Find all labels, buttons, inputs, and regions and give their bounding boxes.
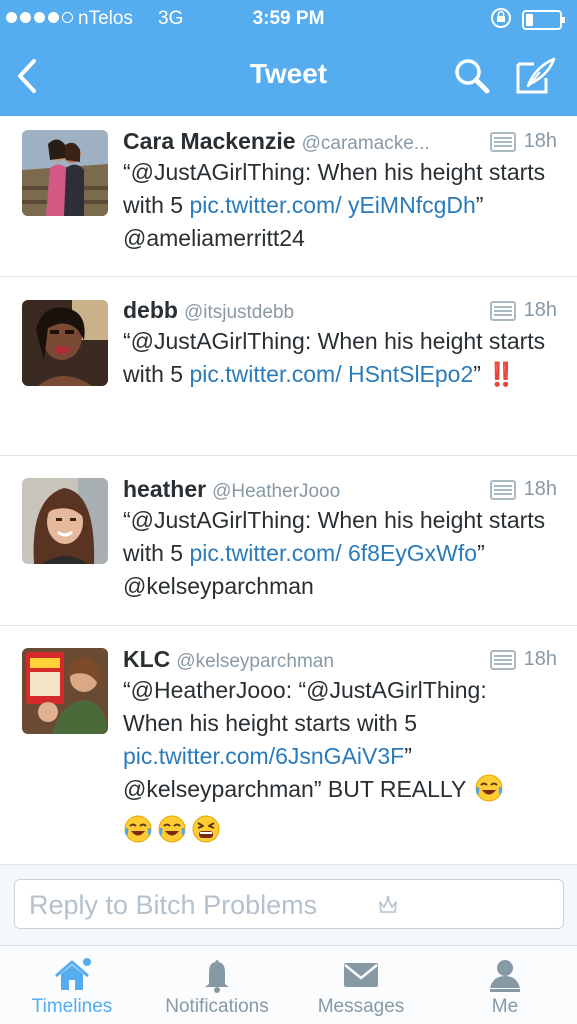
- tweet-link[interactable]: pic.twitter.com/6JsnGAiV3F: [123, 743, 404, 769]
- tweet-item[interactable]: KLC @kelseyparchman 18h “@HeatherJooo: “@…: [0, 626, 577, 865]
- author-name[interactable]: Cara Mackenzie: [123, 128, 296, 154]
- tears-of-joy-emoji-icon: [124, 815, 152, 843]
- rotation-lock-icon: [491, 8, 511, 28]
- tweet-meta: 18h: [489, 299, 557, 322]
- avatar[interactable]: [22, 478, 108, 564]
- tweet-text: “@JustAGirlThing: When his height starts…: [123, 504, 563, 603]
- tweet-text: “@JustAGirlThing: When his height starts…: [123, 156, 563, 255]
- double-exclamation-emoji: ‼️: [487, 361, 516, 387]
- tears-of-joy-emoji-icon: [158, 815, 186, 843]
- reply-input[interactable]: Reply to Bitch Problems: [14, 879, 564, 929]
- bell-icon: [205, 960, 229, 993]
- author-name[interactable]: heather: [123, 476, 206, 502]
- tweet-meta: 18h: [489, 130, 557, 153]
- envelope-icon: [344, 963, 378, 987]
- home-icon: [55, 958, 91, 990]
- tab-me[interactable]: Me: [460, 946, 550, 1024]
- battery-icon: [522, 10, 565, 30]
- media-card-icon: [489, 479, 516, 500]
- emoji-row: [123, 814, 543, 844]
- avatar[interactable]: [22, 130, 108, 216]
- tab-timelines[interactable]: Timelines: [12, 946, 132, 1024]
- author-name[interactable]: KLC: [123, 646, 170, 672]
- tweet-timestamp: 18h: [523, 648, 557, 670]
- tab-messages[interactable]: Messages: [300, 946, 422, 1024]
- compose-icon[interactable]: [514, 56, 558, 96]
- tab-label: Me: [491, 996, 519, 1017]
- tweet-link[interactable]: pic.twitter.com/ HSntSlEpo2: [189, 361, 473, 387]
- tweet-item[interactable]: Cara Mackenzie @caramacke... 18h “@JustAG…: [0, 116, 577, 277]
- navigation-header: nTelos 3G 3:59 PM Tweet: [0, 0, 577, 116]
- tweet-item[interactable]: heather @HeatherJooo 18h “@JustAGirlThing…: [0, 456, 577, 626]
- tears-of-joy-emoji-icon: [475, 774, 503, 802]
- tweet-timestamp: 18h: [523, 478, 557, 500]
- tweet-header: heather @HeatherJooo 18h: [123, 476, 557, 506]
- tweet-link[interactable]: pic.twitter.com/ 6f8EyGxWfo: [189, 540, 477, 566]
- tweet-text-part: “@HeatherJooo: “@JustAGirlThing: When hi…: [123, 677, 487, 736]
- reply-area: Reply to Bitch Problems: [0, 865, 577, 947]
- tweet-timestamp: 18h: [523, 130, 557, 152]
- tweet-text: “@HeatherJooo: “@JustAGirlThing: When hi…: [123, 674, 543, 844]
- media-card-icon: [489, 131, 516, 152]
- media-card-icon: [489, 300, 516, 321]
- author-handle[interactable]: @itsjustdebb: [184, 302, 294, 323]
- person-icon: [490, 960, 520, 992]
- tweet-link[interactable]: pic.twitter.com/ yEiMNfcgDh: [189, 192, 475, 218]
- tweet-text-part: ”: [473, 361, 488, 387]
- author-name[interactable]: debb: [123, 297, 178, 323]
- tweet-meta: 18h: [489, 478, 557, 501]
- avatar[interactable]: [22, 648, 108, 734]
- author-handle[interactable]: @kelseyparchman: [176, 651, 334, 672]
- crown-icon: [379, 896, 397, 913]
- tweet-meta: 18h: [489, 648, 557, 671]
- tab-label: Notifications: [165, 996, 269, 1017]
- tweet-timestamp: 18h: [523, 299, 557, 321]
- status-bar: nTelos 3G 3:59 PM: [0, 0, 577, 40]
- author-handle[interactable]: @HeatherJooo: [212, 481, 340, 502]
- tab-notifications[interactable]: Notifications: [152, 946, 282, 1024]
- tweet-header: debb @itsjustdebb 18h: [123, 297, 557, 327]
- tab-label: Timelines: [31, 996, 113, 1017]
- tab-label: Messages: [317, 996, 405, 1017]
- reply-placeholder: Reply to Bitch Problems: [29, 890, 318, 920]
- media-card-icon: [489, 649, 516, 670]
- tab-bar: Timelines Notifications Messages Me: [0, 945, 577, 1024]
- tweet-header: Cara Mackenzie @caramacke... 18h: [123, 128, 557, 158]
- avatar[interactable]: [22, 300, 108, 386]
- author-handle[interactable]: @caramacke...: [302, 133, 430, 154]
- tweet-header: KLC @kelseyparchman 18h: [123, 646, 557, 676]
- tired-face-emoji-icon: [192, 815, 220, 843]
- tweet-text: “@JustAGirlThing: When his height starts…: [123, 325, 563, 391]
- tweet-item[interactable]: debb @itsjustdebb 18h “@JustAGirlThing: W…: [0, 277, 577, 456]
- search-icon[interactable]: [452, 56, 492, 96]
